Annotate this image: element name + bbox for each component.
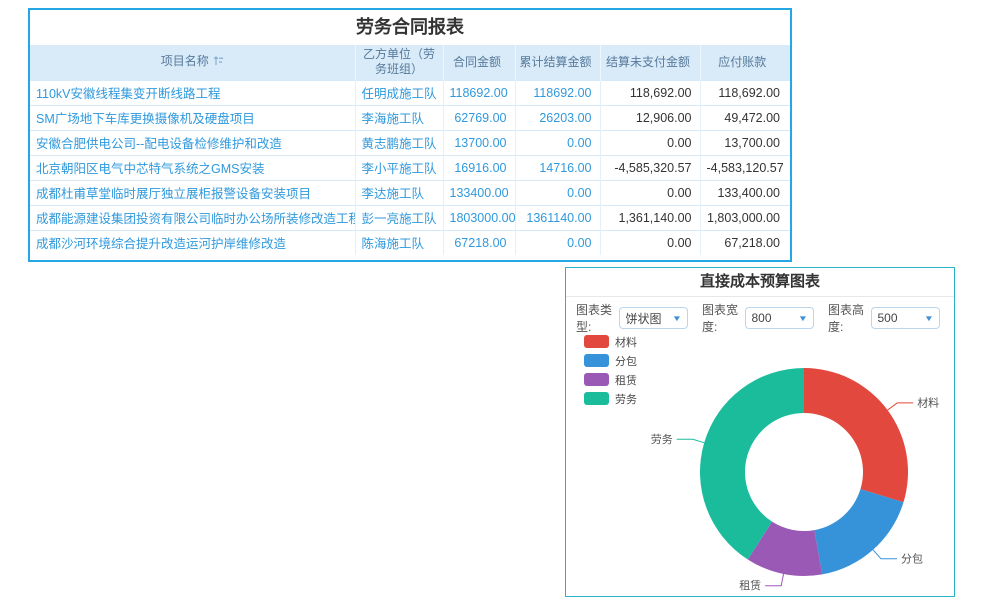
column-header: 乙方单位（劳务班组） <box>355 45 443 80</box>
settled-amount-cell: 0.00 <box>515 180 600 205</box>
settled-amount-cell: 1361140.00 <box>515 205 600 230</box>
unit-cell: 李海施工队 <box>355 105 443 130</box>
unpaid-amount-cell: -4,585,320.57 <box>600 155 700 180</box>
unit-cell: 任明成施工队 <box>355 80 443 105</box>
unit-cell: 陈海施工队 <box>355 230 443 255</box>
column-header: 累计结算金额 <box>515 45 600 80</box>
unpaid-amount-cell: 118,692.00 <box>600 80 700 105</box>
column-header-label: 结算未支付金额 <box>606 55 690 69</box>
unpaid-amount-cell: 12,906.00 <box>600 105 700 130</box>
column-header: 结算未支付金额 <box>600 45 700 80</box>
slice-label: 租赁 <box>739 578 761 592</box>
slice-label: 劳务 <box>651 433 673 446</box>
payable-cell: 67,218.00 <box>700 230 790 255</box>
table-row[interactable]: SM广场地下车库更换摄像机及硬盘项目李海施工队62769.0026203.001… <box>30 105 790 130</box>
unit-cell: 黄志鹏施工队 <box>355 130 443 155</box>
column-header-label: 合同金额 <box>453 55 501 69</box>
project-name-cell[interactable]: 110kV安徽线程集变开断线路工程 <box>30 80 355 105</box>
payable-cell: 118,692.00 <box>700 80 790 105</box>
column-header-label: 项目名称 <box>161 54 209 68</box>
contract-amount-cell: 67218.00 <box>443 230 515 255</box>
label-leader-line <box>873 550 897 559</box>
slice-label: 分包 <box>901 552 923 565</box>
table-row[interactable]: 成都能源建设集团投资有限公司临时办公场所装修改造工程EPC彭一亮施工队18030… <box>30 205 790 230</box>
direct-cost-budget-panel: 直接成本预算图表 图表类型: 饼状图 ▼ 图表宽度: 800 ▼ 图表高度: 5… <box>565 267 955 597</box>
slice-label: 材料 <box>917 395 939 409</box>
label-leader-line <box>765 574 783 586</box>
report-title: 劳务合同报表 <box>30 10 790 45</box>
table-row[interactable]: 北京朝阳区电气中芯特气系统之GMS安装李小平施工队16916.0014716.0… <box>30 155 790 180</box>
settled-amount-cell: 0.00 <box>515 130 600 155</box>
contract-amount-cell: 1803000.00 <box>443 205 515 230</box>
project-name-cell[interactable]: 北京朝阳区电气中芯特气系统之GMS安装 <box>30 155 355 180</box>
settled-amount-cell: 14716.00 <box>515 155 600 180</box>
project-name-cell[interactable]: 安徽合肥供电公司--配电设备检修维护和改造 <box>30 130 355 155</box>
payable-cell: 13,700.00 <box>700 130 790 155</box>
table-row[interactable]: 110kV安徽线程集变开断线路工程任明成施工队118692.00118692.0… <box>30 80 790 105</box>
table-header-row: 项目名称 乙方单位（劳务班组） 合同金额 累计结算金额结算未支付金额 应付账款 <box>30 45 790 80</box>
unit-cell: 李达施工队 <box>355 180 443 205</box>
contract-amount-cell: 118692.00 <box>443 80 515 105</box>
page: 劳务合同报表 项目名称 乙方单位（劳务班组） 合同金额 累计结算金额结算未支付金额 应付… <box>0 0 1000 600</box>
unit-cell: 李小平施工队 <box>355 155 443 180</box>
column-header: 合同金额 <box>443 45 515 80</box>
donut-chart: 材料分包租赁 劳务 <box>566 268 954 596</box>
report-table: 项目名称 乙方单位（劳务班组） 合同金额 累计结算金额结算未支付金额 应付账款 110k… <box>30 45 790 255</box>
payable-cell: 133,400.00 <box>700 180 790 205</box>
settled-amount-cell: 118692.00 <box>515 80 600 105</box>
payable-cell: -4,583,120.57 <box>700 155 790 180</box>
report-table-body: 110kV安徽线程集变开断线路工程任明成施工队118692.00118692.0… <box>30 80 790 255</box>
label-leader-line <box>888 403 914 410</box>
payable-cell: 49,472.00 <box>700 105 790 130</box>
contract-amount-cell: 133400.00 <box>443 180 515 205</box>
unpaid-amount-cell: 0.00 <box>600 130 700 155</box>
label-leader-line <box>677 439 705 442</box>
column-header-label: 乙方单位（劳务班组） <box>363 47 435 76</box>
table-row[interactable]: 安徽合肥供电公司--配电设备检修维护和改造黄志鹏施工队13700.000.000… <box>30 130 790 155</box>
column-header[interactable]: 项目名称 <box>30 45 355 80</box>
column-header-label: 累计结算金额 <box>520 55 592 69</box>
column-header: 应付账款 <box>700 45 790 80</box>
sort-icon[interactable] <box>213 55 224 70</box>
unpaid-amount-cell: 1,361,140.00 <box>600 205 700 230</box>
table-row[interactable]: 成都沙河环境综合提升改造运河护岸维修改造陈海施工队67218.000.000.0… <box>30 230 790 255</box>
table-row[interactable]: 成都杜甫草堂临时展厅独立展柜报警设备安装项目李达施工队133400.000.00… <box>30 180 790 205</box>
settled-amount-cell: 26203.00 <box>515 105 600 130</box>
labor-contract-report-panel: 劳务合同报表 项目名称 乙方单位（劳务班组） 合同金额 累计结算金额结算未支付金额 应付… <box>28 8 792 262</box>
unpaid-amount-cell: 0.00 <box>600 180 700 205</box>
project-name-cell[interactable]: 成都杜甫草堂临时展厅独立展柜报警设备安装项目 <box>30 180 355 205</box>
contract-amount-cell: 13700.00 <box>443 130 515 155</box>
project-name-cell[interactable]: 成都沙河环境综合提升改造运河护岸维修改造 <box>30 230 355 255</box>
pie-slice-分包[interactable] <box>814 489 903 574</box>
payable-cell: 1,803,000.00 <box>700 205 790 230</box>
project-name-cell[interactable]: SM广场地下车库更换摄像机及硬盘项目 <box>30 105 355 130</box>
contract-amount-cell: 16916.00 <box>443 155 515 180</box>
pie-slice-材料[interactable] <box>804 368 908 502</box>
unit-cell: 彭一亮施工队 <box>355 205 443 230</box>
unpaid-amount-cell: 0.00 <box>600 230 700 255</box>
settled-amount-cell: 0.00 <box>515 230 600 255</box>
contract-amount-cell: 62769.00 <box>443 105 515 130</box>
column-header-label: 应付账款 <box>718 55 766 69</box>
project-name-cell[interactable]: 成都能源建设集团投资有限公司临时办公场所装修改造工程EPC <box>30 205 355 230</box>
